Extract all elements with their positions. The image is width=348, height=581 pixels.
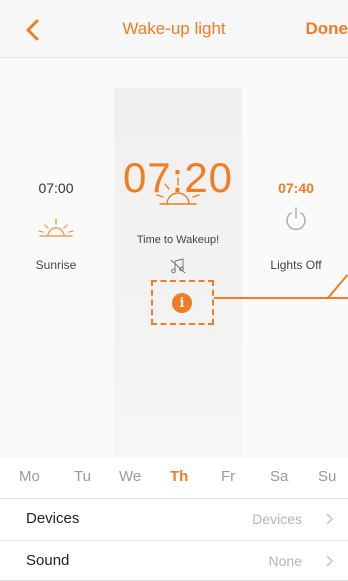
power-icon [256,206,336,232]
sunrise-time: 07:00 [38,180,74,196]
page-title: Wake-up light [122,19,226,38]
sunrise-label: Sunrise [35,258,77,272]
day-fr[interactable]: Fr [221,468,235,485]
devices-value: Devices [252,511,302,527]
sunrise-column[interactable]: 07:00 Sunrise [16,58,96,458]
done-button[interactable]: Done [306,19,348,39]
lights-off-time: 07:40 [278,180,314,196]
day-su[interactable]: Su [318,468,336,485]
day-sa[interactable]: Sa [270,468,288,485]
nav-header: Wake-up light Done [0,0,348,58]
devices-row[interactable]: Devices Devices [0,498,348,539]
wakeup-timeline: 07:00 Sunrise 07:20 Time to Wakeup! 07:4… [0,58,348,500]
wakeup-label: Time to Wakeup! [136,234,220,246]
day-we[interactable]: We [119,468,141,485]
lights-off-column[interactable]: 07:40 Lights Off [256,58,336,458]
weekday-selector: Mo Tu We Th Fr Sa Su [0,458,348,498]
day-th[interactable]: Th [170,468,188,485]
wakeup-light-screen: Wake-up light Done 07:00 Sunrise 07:20 T… [0,0,348,581]
sunrise-icon [16,216,96,240]
info-icon[interactable]: i [172,293,192,313]
day-mo[interactable]: Mo [19,468,40,485]
chevron-right-icon [326,555,334,567]
chevron-right-icon [326,513,334,525]
sound-value: None [268,553,302,569]
day-tu[interactable]: Tu [74,468,91,485]
sun-icon [114,176,242,210]
sound-row[interactable]: Sound None [0,540,348,581]
devices-label: Devices [26,510,80,527]
music-muted-icon[interactable] [114,258,242,274]
lights-off-label: Lights Off [270,258,322,272]
sound-label: Sound [26,552,70,569]
wakeup-column[interactable]: 07:20 Time to Wakeup! [114,58,242,458]
